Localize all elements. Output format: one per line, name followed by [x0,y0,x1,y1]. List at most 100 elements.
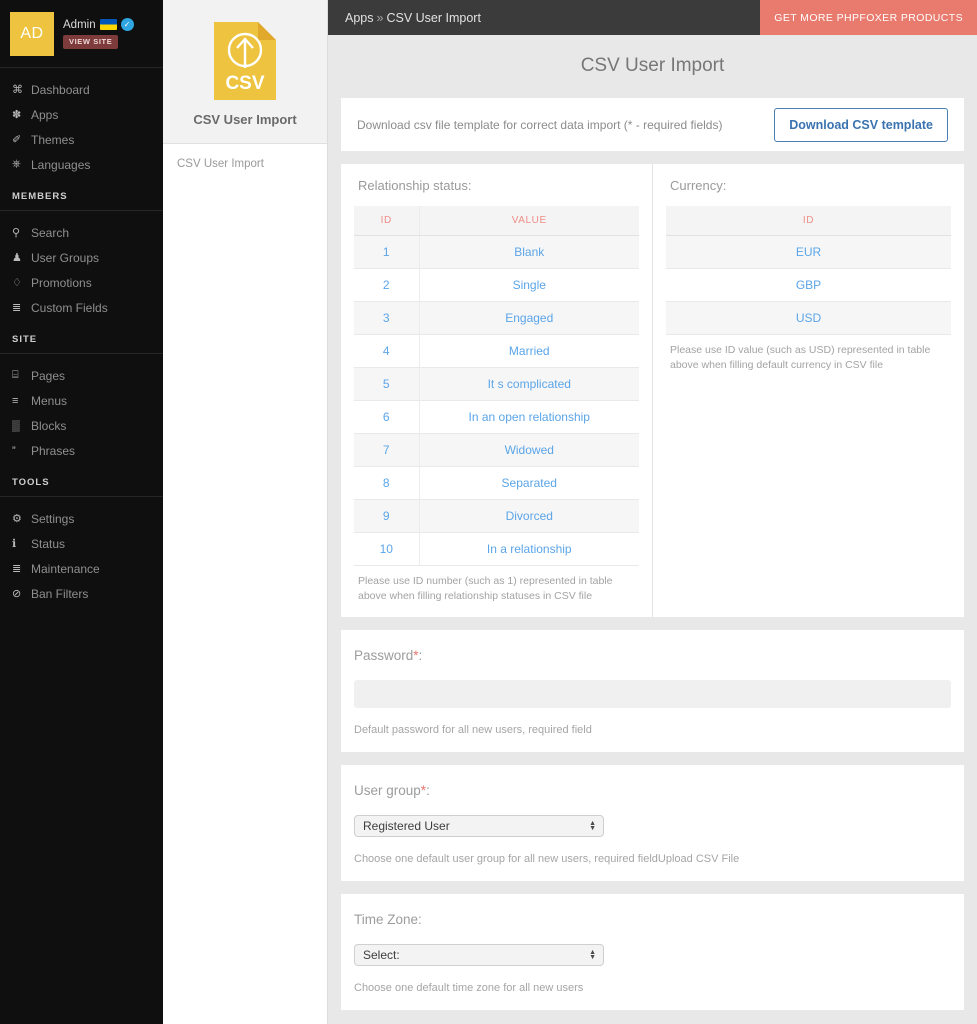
menus-icon: ≡ [12,395,31,407]
sidebar-item-languages[interactable]: ⎈ Languages [0,152,163,177]
username-label: Admin [63,19,96,31]
table-row[interactable]: 8Separated [354,467,639,500]
main-region: Apps» CSV User Import GET MORE PHPFOXER P… [328,0,977,1024]
column-header-value: VALUE [419,206,639,236]
app-header: CSV CSV User Import [163,0,327,144]
sidebar-item-label: Blocks [31,419,66,433]
app-subsidebar: CSV CSV User Import CSV User Import [163,0,328,1024]
cell-value: GBP [666,269,951,302]
timezone-field-group: Time Zone: Select: ▲▼ Choose one default… [341,894,964,1010]
sidebar-item-menus[interactable]: ≡ Menus [0,388,163,413]
username-row: Admin ✓ [63,18,134,31]
sidebar-item-custom-fields[interactable]: ≣ Custom Fields [0,295,163,320]
usergroup-label: User group*: [354,783,951,798]
sidebar-item-dashboard[interactable]: ⌘ Dashboard [0,77,163,102]
currency-note: Please use ID value (such as USD) repres… [666,335,951,373]
table-row[interactable]: USD [666,302,951,335]
column-header-id: ID [354,206,419,236]
sidebar-members-nav: ⚲ Search ♟ User Groups ♢ Promotions ≣ Cu… [0,211,163,320]
sidebar-item-ban-filters[interactable]: ⊘ Ban Filters [0,581,163,606]
sidebar-item-apps[interactable]: ✽ Apps [0,102,163,127]
table-row[interactable]: 4Married [354,335,639,368]
password-field-group: Password*: Default password for all new … [341,630,964,752]
table-row[interactable]: 2Single [354,269,639,302]
avatar[interactable]: AD [10,12,54,56]
timezone-select[interactable]: Select: [354,944,604,966]
sidebar-item-settings[interactable]: ⚙ Settings [0,506,163,531]
currency-table: ID EUR GBP USD [666,206,951,335]
timezone-card: Time Zone: Select: ▲▼ Choose one default… [341,894,964,1010]
sidebar-item-label: Menus [31,394,67,408]
sidebar-user-block[interactable]: AD Admin ✓ VIEW SITE [0,0,163,68]
usergroup-hint: Choose one default user group for all ne… [354,853,951,865]
label-colon: : [419,648,423,663]
table-row[interactable]: 10In a relationship [354,533,639,566]
status-info-icon: ℹ [12,537,31,550]
table-row[interactable]: GBP [666,269,951,302]
table-row[interactable]: 9Divorced [354,500,639,533]
sidebar-item-phrases[interactable]: ” Phrases [0,438,163,463]
admin-panel: AD Admin ✓ VIEW SITE ⌘ Dashboard ✽ Apps … [0,0,977,1024]
sidebar-item-pages[interactable]: ⌸ Pages [0,363,163,388]
sidebar-item-status[interactable]: ℹ Status [0,531,163,556]
themes-icon: ✐ [12,133,31,146]
sidebar-item-blocks[interactable]: ▒ Blocks [0,413,163,438]
content-area: CSV User Import Download csv file templa… [328,35,977,1024]
password-label: Password*: [354,648,951,663]
table-row[interactable]: 5It s complicated [354,368,639,401]
sidebar-item-promotions[interactable]: ♢ Promotions [0,270,163,295]
cell-value: It s complicated [419,368,639,401]
sidebar-item-user-groups[interactable]: ♟ User Groups [0,245,163,270]
password-input[interactable] [354,680,951,708]
download-csv-template-button[interactable]: Download CSV template [774,108,948,142]
cell-value: Married [419,335,639,368]
cell-value: Divorced [419,500,639,533]
table-row[interactable]: EUR [666,236,951,269]
ukraine-flag-icon [100,19,117,30]
sidebar-item-label: Themes [31,133,74,147]
sidebar-tools-nav: ⚙ Settings ℹ Status ≣ Maintenance ⊘ Ban … [0,497,163,606]
breadcrumb-separator-icon: » [377,11,384,25]
view-site-badge[interactable]: VIEW SITE [63,35,118,49]
sidebar-item-label: Apps [31,108,58,122]
table-row[interactable]: 6In an open relationship [354,401,639,434]
table-row[interactable]: 3Engaged [354,302,639,335]
table-row[interactable]: 1Blank [354,236,639,269]
breadcrumb-apps[interactable]: Apps [345,11,374,25]
currency-label: Currency: [666,178,951,206]
sidebar-item-themes[interactable]: ✐ Themes [0,127,163,152]
cell-id: 8 [354,467,419,500]
relationship-status-table: ID VALUE 1Blank 2Single 3Engaged 4Marrie… [354,206,639,566]
password-hint: Default password for all new users, requ… [354,724,951,736]
promo-banner-link[interactable]: GET MORE PHPFOXER PRODUCTS [760,0,977,35]
sidebar-item-label: Custom Fields [31,301,108,315]
ban-filters-icon: ⊘ [12,587,31,600]
sidebar-item-search[interactable]: ⚲ Search [0,220,163,245]
page-title: CSV User Import [341,35,964,98]
relationship-status-note: Please use ID number (such as 1) represe… [354,566,639,604]
cell-value: Engaged [419,302,639,335]
csv-file-upload-icon: CSV [214,22,276,100]
cell-value: Single [419,269,639,302]
sidebar-item-label: Maintenance [31,562,100,576]
pages-icon: ⌸ [12,369,31,382]
relationship-status-panel: Relationship status: ID VALUE 1Blank 2Si… [341,164,653,617]
dashboard-icon: ⌘ [12,83,31,96]
cell-value: In an open relationship [419,401,639,434]
usergroup-field-group: User group*: Registered User ▲▼ Choose o… [341,765,964,881]
usergroup-select[interactable]: Registered User [354,815,604,837]
sidebar-item-maintenance[interactable]: ≣ Maintenance [0,556,163,581]
usergroup-select-wrapper: Registered User ▲▼ [354,815,604,837]
table-row[interactable]: 7Widowed [354,434,639,467]
app-title: CSV User Import [163,112,327,127]
timezone-hint: Choose one default time zone for all new… [354,982,951,994]
usergroup-label-text: User group [354,783,421,798]
sidebar-group-members: MEMBERS [0,177,163,211]
table-header-row: ID VALUE [354,206,639,236]
sidebar-primary-nav: ⌘ Dashboard ✽ Apps ✐ Themes ⎈ Languages [0,68,163,177]
apps-icon: ✽ [12,108,31,121]
sidebar-group-tools: TOOLS [0,463,163,497]
usergroup-card: User group*: Registered User ▲▼ Choose o… [341,765,964,881]
subsidebar-item-csv-user-import[interactable]: CSV User Import [163,158,327,170]
sidebar-site-nav: ⌸ Pages ≡ Menus ▒ Blocks ” Phrases [0,354,163,463]
